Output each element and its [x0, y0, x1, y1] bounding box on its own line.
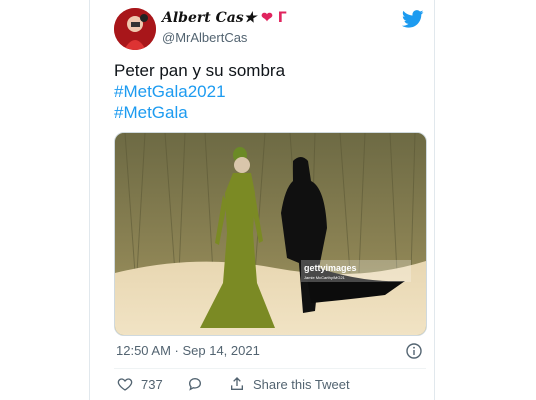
- share-icon: [231, 377, 243, 390]
- share-label: Share this Tweet: [253, 376, 350, 392]
- tweet-text-line: Peter pan y su sombra: [114, 61, 286, 80]
- hashtag-metgala2021[interactable]: #MetGala2021: [114, 81, 424, 102]
- display-name-text: Albert Cas: [162, 10, 244, 26]
- avatar[interactable]: [114, 8, 156, 50]
- like-count: 737: [141, 376, 163, 392]
- display-name[interactable]: Albert Cas★ ❤ Г: [162, 10, 287, 26]
- reply-icon: [188, 377, 202, 391]
- met-gala-photo: gettyimages Jamie McCarthy/MG21: [115, 133, 426, 335]
- photo-credit: Jamie McCarthy/MG21: [304, 275, 346, 280]
- tweet-card[interactable]: Albert Cas★ ❤ Г @MrAlbertCas Peter pan y…: [89, 0, 435, 400]
- user-handle[interactable]: @MrAlbertCas: [162, 30, 247, 45]
- tweet-timestamp[interactable]: 12:50 AM · Sep 14, 2021: [116, 343, 260, 358]
- tweet-text: Peter pan y su sombra #MetGala2021 #MetG…: [114, 60, 424, 123]
- divider: [114, 368, 426, 369]
- info-icon[interactable]: [406, 343, 422, 359]
- reply-button[interactable]: [187, 376, 203, 392]
- heart-emoji: ❤: [261, 10, 273, 26]
- like-button[interactable]: 737: [117, 376, 163, 392]
- twitter-bird-icon[interactable]: [402, 10, 424, 28]
- star-emoji: ★: [243, 10, 257, 26]
- heart-icon: [117, 378, 133, 391]
- flag-emoji: Г: [277, 10, 287, 26]
- tweet-media-photo[interactable]: gettyimages Jamie McCarthy/MG21: [114, 132, 427, 336]
- share-tweet-button[interactable]: Share this Tweet: [229, 376, 350, 392]
- getty-watermark: gettyimages: [304, 263, 357, 273]
- hashtag-metgala[interactable]: #MetGala: [114, 102, 424, 123]
